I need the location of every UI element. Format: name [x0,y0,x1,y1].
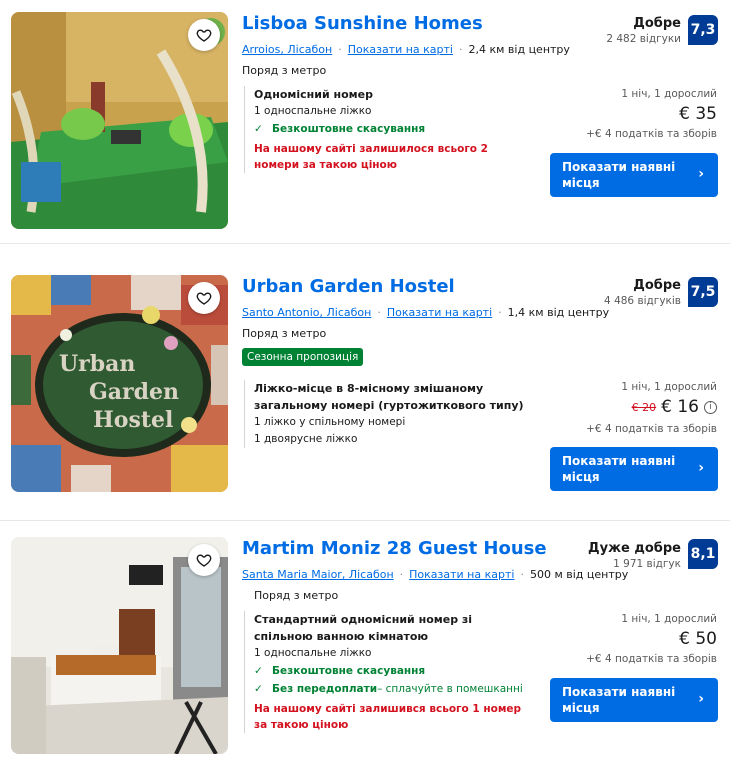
property-card: Martim Moniz 28 Guest House Santa Maria … [0,525,730,763]
checkmark-icon: ✓ [254,123,263,135]
show-availability-button[interactable]: Показати наявні місця › [550,678,718,722]
stay-summary: 1 ніч, 1 дорослий [621,613,717,625]
no-prepayment: ✓ Без передоплати – сплачуйте в помешканн… [254,680,534,698]
scarcity-message: На нашому сайті залишився всього 1 номер… [254,703,522,731]
divider [0,243,730,244]
seasonal-deal-badge: Сезонна пропозиція [242,348,364,366]
review-count: 2 482 відгуки [606,33,681,45]
current-price: € 35 [679,104,717,124]
distance-from-center: 2,4 км від центру [468,43,570,56]
chevron-right-icon: › [698,691,704,707]
room-block: Одномісний номер 1 односпальне ліжко ✓ Бе… [244,86,534,173]
free-cancellation: ✓ Безкоштовне скасування [254,120,534,138]
bed-info: 1 ліжко у спільному номері [254,416,406,428]
location-row: Arroios, Лісабон · Показати на карті · 2… [242,43,570,56]
review-score-badge[interactable]: 7,5 [688,277,718,307]
heart-outline-icon [196,554,212,567]
show-on-map-link[interactable]: Показати на карті [409,568,514,581]
original-price: € 20 [631,400,657,414]
separator-dot: · [399,568,404,581]
show-on-map-link[interactable]: Показати на карті [387,306,492,319]
metro-note: Поряд з метро [254,589,339,602]
chevron-right-icon: › [698,460,704,476]
district-link[interactable]: Santa Maria Maior, Лісабон [242,568,394,581]
separator-dot: · [520,568,524,581]
metro-note: Поряд з метро [242,64,327,77]
chevron-right-icon: › [698,166,704,182]
taxes-note: +€ 4 податків та зборів [586,423,717,435]
checkmark-icon: ✓ [254,665,263,677]
room-name: Одномісний номер [254,88,374,101]
review-count: 4 486 відгуків [604,295,681,307]
review-score-word: Дуже добре [588,541,681,556]
bed-info: 1 односпальне ліжко [254,105,372,117]
photo-sign-line: Hostel [93,407,173,433]
room-block: Ліжко-місце в 8-місному змішаному загаль… [244,380,534,448]
show-on-map-link[interactable]: Показати на карті [348,43,453,56]
photo-sign-line: Garden [89,379,179,405]
button-label: Показати наявні місця [562,454,676,484]
separator-dot: · [338,43,342,56]
location-row: Santo Antonio, Лісабон · Показати на кар… [242,306,609,319]
metro-note: Поряд з метро [242,327,327,340]
favorite-button[interactable] [188,544,220,576]
district-link[interactable]: Santo Antonio, Лісабон [242,306,371,319]
review-score-badge[interactable]: 8,1 [688,539,718,569]
room-name: Стандартний одномісний номер зі спільною… [254,613,473,643]
free-cancellation: ✓ Безкоштовне скасування [254,662,534,680]
show-availability-button[interactable]: Показати наявні місця › [550,153,718,197]
review-score-word: Добре [633,16,681,31]
photo-sign-line: Urban [59,351,135,377]
bed-info: 1 односпальне ліжко [254,647,372,659]
price: € 20 € 16 i [632,397,717,417]
property-title[interactable]: Urban Garden Hostel [242,276,455,297]
checkmark-icon: ✓ [254,683,263,695]
district-link[interactable]: Arroios, Лісабон [242,43,332,56]
favorite-button[interactable] [188,282,220,314]
review-score-badge[interactable]: 7,3 [688,15,718,45]
property-card: Lisboa Sunshine Homes Arroios, Лісабон ·… [0,0,730,238]
info-icon[interactable]: i [704,400,717,414]
separator-dot: · [459,43,463,56]
taxes-note: +€ 4 податків та зборів [586,128,717,140]
stay-summary: 1 ніч, 1 дорослий [621,381,717,393]
bed-info: 1 двоярусне ліжко [254,433,358,445]
distance-from-center: 1,4 км від центру [507,306,610,319]
heart-outline-icon [196,29,212,42]
review-count: 1 971 відгук [613,558,681,570]
review-score-word: Добре [633,278,681,293]
property-card: Urban Garden Hostel Urban Garden Hostel … [0,263,730,501]
price: € 35 [679,104,717,124]
separator-dot: · [377,306,381,319]
property-title[interactable]: Martim Moniz 28 Guest House [242,538,547,559]
separator-dot: · [498,306,502,319]
room-block: Стандартний одномісний номер зі спільною… [244,611,534,733]
current-price: € 50 [679,629,717,649]
property-title[interactable]: Lisboa Sunshine Homes [242,13,483,34]
price: € 50 [679,629,717,649]
current-price: € 16 [661,397,699,417]
room-name: Ліжко-місце в 8-місному змішаному загаль… [254,382,524,412]
stay-summary: 1 ніч, 1 дорослий [621,88,717,100]
location-row: Santa Maria Maior, Лісабон · Показати на… [242,568,628,581]
divider [0,520,730,521]
scarcity-message: На нашому сайті залишилося всього 2 номе… [254,143,488,171]
show-availability-button[interactable]: Показати наявні місця › [550,447,718,491]
heart-outline-icon [196,292,212,305]
button-label: Показати наявні місця [562,685,676,715]
taxes-note: +€ 4 податків та зборів [586,653,717,665]
favorite-button[interactable] [188,19,220,51]
button-label: Показати наявні місця [562,160,676,190]
